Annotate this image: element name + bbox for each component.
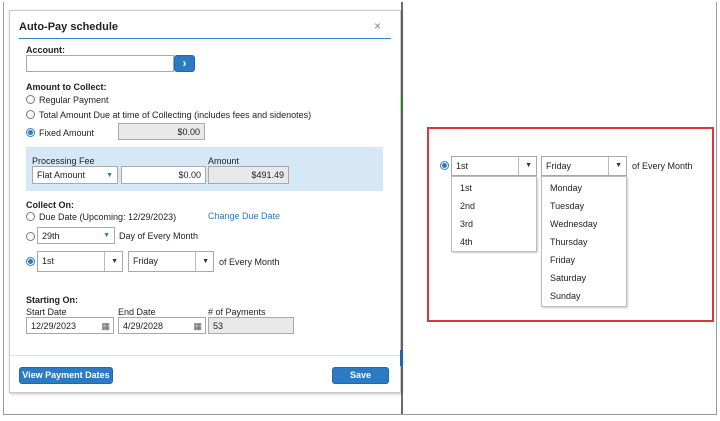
total-amount-label: Total Amount Due at time of Collecting (… [39, 110, 312, 120]
account-label: Account: [26, 45, 65, 55]
processing-fee-panel: Processing Fee Flat Amount ▼ $0.00 Amoun… [26, 147, 383, 191]
account-input[interactable] [26, 55, 174, 72]
weekday-option[interactable]: Saturday [550, 273, 586, 283]
view-payment-dates-button[interactable]: View Payment Dates [19, 367, 113, 384]
processing-fee-type-value: Flat Amount [37, 170, 86, 180]
processing-fee-input[interactable]: $0.00 [121, 166, 206, 184]
radio-day-of-month[interactable] [26, 232, 35, 241]
change-due-date-link[interactable]: Change Due Date [208, 211, 280, 221]
zoomed-dropdown-callout: 1st ▼ Friday ▼ of Every Month 1st 2nd 3r… [427, 127, 714, 322]
weekday-value: Friday [133, 256, 159, 266]
weekday-option[interactable]: Thursday [550, 237, 588, 247]
caret-down-icon: ▼ [202, 258, 209, 265]
of-every-month-text-zoom: of Every Month [632, 161, 693, 171]
background-accent [400, 350, 403, 366]
radio-weekday-zoom[interactable] [440, 161, 449, 170]
chevron-down-icon: ▼ [106, 172, 113, 179]
day-of-every-month-text: Day of Every Month [119, 231, 199, 241]
radio-regular-payment[interactable] [26, 95, 35, 104]
starting-on-label: Starting On: [26, 295, 78, 305]
caret-down-icon: ▼ [111, 258, 118, 265]
footer-divider [10, 355, 400, 356]
account-lookup-button[interactable]: › [174, 55, 195, 72]
amount-label: Amount [208, 156, 240, 166]
weekday-option[interactable]: Friday [550, 255, 575, 265]
caret-down-icon: ▼ [615, 162, 622, 169]
ordinal-dropdown-list: 1st 2nd 3rd 4th [451, 176, 537, 252]
weekday-select-zoom[interactable]: Friday ▼ [541, 156, 627, 176]
ordinal-select-zoom[interactable]: 1st ▼ [451, 156, 537, 176]
fixed-amount-label: Fixed Amount [39, 128, 95, 138]
select-divider [104, 252, 105, 271]
weekday-option[interactable]: Wednesday [550, 219, 597, 229]
ordinal-option[interactable]: 3rd [460, 219, 473, 229]
calendar-icon[interactable]: ▦ [101, 321, 110, 332]
week-ordinal-value: 1st [42, 256, 55, 266]
chevron-down-icon: ▼ [103, 232, 110, 239]
weekday-option[interactable]: Monday [550, 183, 582, 193]
amount-value: $491.49 [208, 166, 289, 184]
ordinal-option[interactable]: 2nd [460, 201, 475, 211]
calendar-icon[interactable]: ▦ [193, 321, 202, 332]
weekday-option[interactable]: Sunday [550, 291, 581, 301]
num-payments-value: 53 [208, 317, 294, 334]
start-date-value: 12/29/2023 [31, 321, 77, 331]
weekday-select[interactable]: Friday ▼ [128, 251, 214, 272]
processing-fee-type-select[interactable]: Flat Amount ▼ [32, 166, 118, 184]
weekday-value-zoom: Friday [546, 161, 572, 171]
of-every-month-text: of Every Month [219, 257, 280, 267]
ordinal-option[interactable]: 4th [460, 237, 473, 247]
end-date-value: 4/29/2028 [123, 321, 164, 331]
start-date-label: Start Date [26, 307, 67, 317]
fixed-amount-input[interactable]: $0.00 [118, 123, 205, 140]
ordinal-option[interactable]: 1st [460, 183, 472, 193]
autopay-modal: Auto-Pay schedule × Account: › Amount to… [9, 10, 401, 393]
regular-payment-label: Regular Payment [39, 95, 109, 105]
radio-fixed-amount[interactable] [26, 128, 35, 137]
close-icon[interactable]: × [374, 19, 381, 33]
day-of-month-select[interactable]: 29th ▼ [37, 227, 115, 244]
save-button[interactable]: Save [332, 367, 389, 384]
caret-down-icon: ▼ [525, 162, 532, 169]
weekday-dropdown-list: Monday Tuesday Wednesday Thursday Friday… [541, 176, 627, 307]
weekday-option[interactable]: Tuesday [550, 201, 584, 211]
title-divider [19, 38, 391, 39]
select-divider [195, 252, 196, 271]
due-date-label: Due Date (Upcoming: 12/29/2023) [39, 212, 177, 222]
num-payments-label: # of Payments [208, 307, 266, 317]
select-divider [518, 157, 519, 175]
radio-due-date[interactable] [26, 212, 35, 221]
radio-weekday[interactable] [26, 257, 35, 266]
week-ordinal-select[interactable]: 1st ▼ [37, 251, 123, 272]
collect-on-label: Collect On: [26, 200, 75, 210]
end-date-label: End Date [118, 307, 156, 317]
radio-total-amount[interactable] [26, 110, 35, 119]
select-divider [608, 157, 609, 175]
ordinal-value-zoom: 1st [456, 161, 469, 171]
start-date-input[interactable]: 12/29/2023 ▦ [26, 317, 114, 334]
end-date-input[interactable]: 4/29/2028 ▦ [118, 317, 206, 334]
day-of-month-value: 29th [42, 231, 60, 241]
modal-title: Auto-Pay schedule [19, 21, 119, 33]
processing-fee-label: Processing Fee [32, 156, 95, 166]
amount-to-collect-label: Amount to Collect: [26, 82, 107, 92]
